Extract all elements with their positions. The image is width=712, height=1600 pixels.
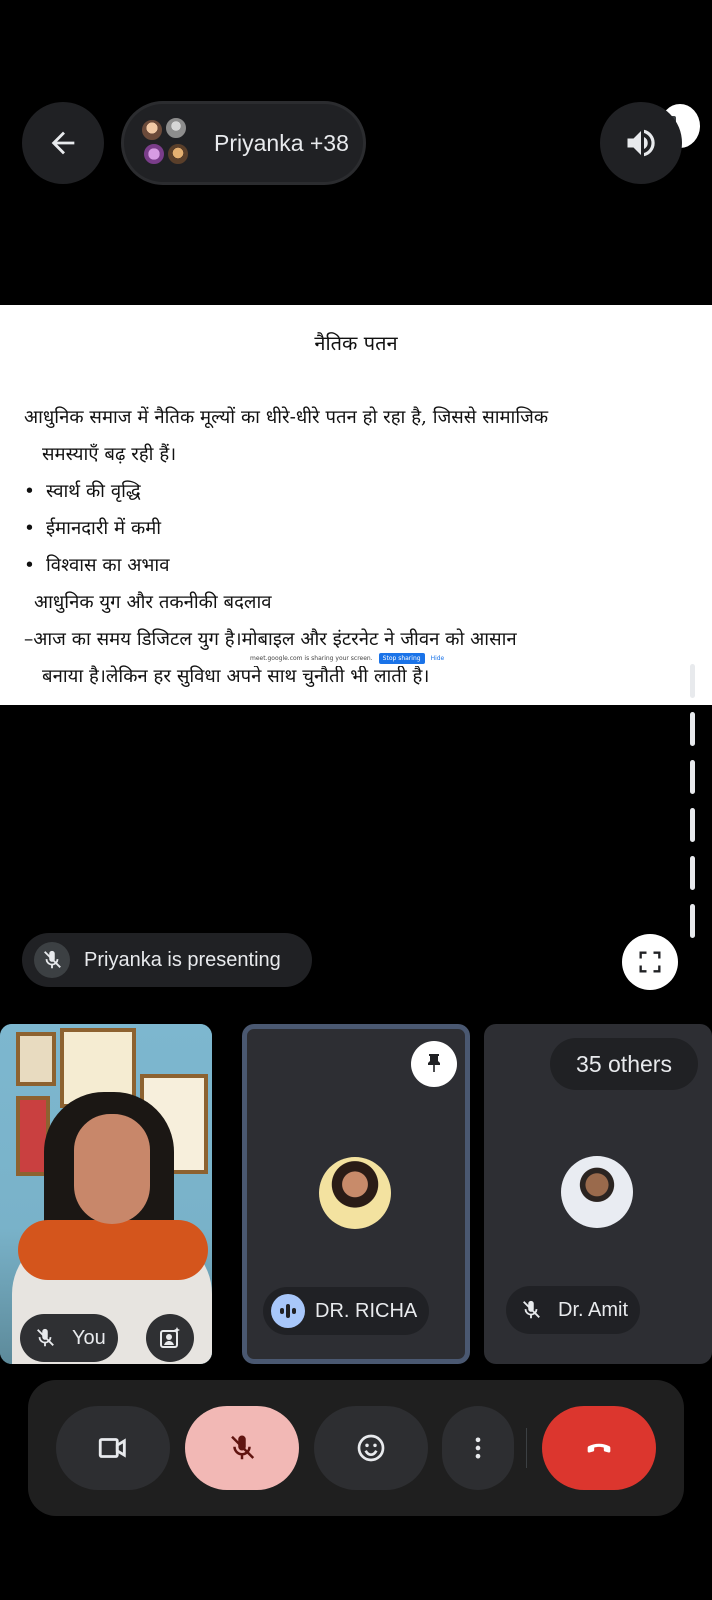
participant-name-label: DR. RICHA — [315, 1299, 418, 1322]
participant-name-chip: Dr. Amit — [506, 1286, 641, 1334]
wall-frame — [16, 1032, 56, 1086]
list-item: • ईमानदारी में कमी — [24, 510, 672, 547]
self-video-tile[interactable]: You — [0, 1024, 212, 1364]
effects-button[interactable] — [146, 1314, 194, 1362]
more-vert-icon — [475, 1437, 481, 1459]
scrollbar-segment — [690, 760, 695, 794]
fullscreen-icon — [639, 951, 661, 973]
scrollbar-segment — [690, 808, 695, 842]
person-scarf — [18, 1220, 208, 1280]
participant-name-label: Dr. Amit — [558, 1298, 629, 1321]
list-item: • स्वार्थ की वृद्धि — [24, 473, 672, 510]
camera-icon — [98, 1438, 126, 1458]
leave-call-button[interactable] — [542, 1406, 656, 1490]
mic-off-icon — [34, 942, 70, 978]
fullscreen-button[interactable] — [622, 934, 678, 990]
avatar — [164, 116, 188, 140]
avatar — [561, 1156, 633, 1228]
list-item-text: ईमानदारी में कमी — [46, 518, 162, 539]
arrow-left-icon — [51, 131, 75, 155]
doc-title: नैतिक पतन — [314, 331, 398, 355]
doc-paragraph: आधुनिक समाज में नैतिक मूल्यों का धीरे-धी… — [24, 407, 549, 428]
participant-tile-others[interactable]: 35 others Dr. Amit — [484, 1024, 712, 1364]
person-face — [74, 1114, 150, 1224]
list-item-text: विश्वास का अभाव — [46, 555, 170, 576]
volume-icon — [627, 129, 655, 157]
mic-off-icon — [231, 1435, 255, 1460]
mic-toggle-button[interactable] — [185, 1406, 299, 1490]
doc-paragraph: समस्याएँ बढ़ रही हैं। — [42, 444, 177, 465]
avatar — [140, 118, 164, 142]
others-count-badge[interactable]: 35 others — [550, 1038, 698, 1090]
self-name-label: You — [72, 1326, 106, 1349]
shared-screen: नैतिक पतन आधुनिक समाज में नैतिक मूल्यों … — [0, 305, 712, 705]
camera-feed — [0, 1024, 212, 1364]
self-name-chip: You — [20, 1314, 118, 1362]
audio-output-button[interactable] — [600, 102, 682, 184]
camera-toggle-button[interactable] — [56, 1406, 170, 1490]
mic-off-icon — [28, 1321, 62, 1355]
presenting-label: Priyanka is presenting — [84, 948, 281, 971]
participant-tile-richa[interactable]: DR. RICHA — [242, 1024, 470, 1364]
participant-avatars — [140, 116, 194, 170]
back-button[interactable] — [22, 102, 104, 184]
reactions-button[interactable] — [314, 1406, 428, 1490]
scrollbar-segment — [690, 904, 695, 938]
more-options-button[interactable] — [442, 1406, 514, 1490]
participants-button[interactable]: Priyanka +38 — [121, 101, 366, 185]
avatar — [166, 142, 190, 166]
pin-button[interactable] — [411, 1041, 457, 1087]
mic-off-icon — [514, 1293, 548, 1327]
hide-banner-link[interactable]: Hide — [431, 655, 445, 662]
stop-sharing-button[interactable]: Stop sharing — [378, 653, 425, 664]
scrollbar-segment — [690, 856, 695, 890]
call-controls — [28, 1380, 684, 1516]
list-item-text: स्वार्थ की वृद्धि — [46, 481, 141, 502]
share-banner: meet.google.com is sharing your screen. … — [244, 651, 451, 666]
pin-icon — [428, 1054, 440, 1072]
call-end-icon — [587, 1443, 611, 1453]
list-item: • विश्वास का अभाव — [24, 547, 672, 584]
scrollbar-segment — [690, 664, 695, 698]
participants-label: Priyanka +38 — [214, 129, 349, 156]
doc-subheading: आधुनिक युग और तकनीकी बदलाव — [34, 592, 272, 613]
participant-name-chip: DR. RICHA — [263, 1287, 430, 1335]
emoji-icon — [357, 1434, 385, 1462]
avatar — [142, 142, 166, 166]
scrollbar-segment — [690, 712, 695, 746]
speaking-icon — [271, 1294, 305, 1328]
avatar — [319, 1157, 391, 1229]
divider — [526, 1428, 527, 1468]
presenting-indicator: Priyanka is presenting — [22, 933, 312, 987]
share-banner-text: meet.google.com is sharing your screen. — [250, 655, 373, 662]
effects-icon — [160, 1327, 180, 1348]
